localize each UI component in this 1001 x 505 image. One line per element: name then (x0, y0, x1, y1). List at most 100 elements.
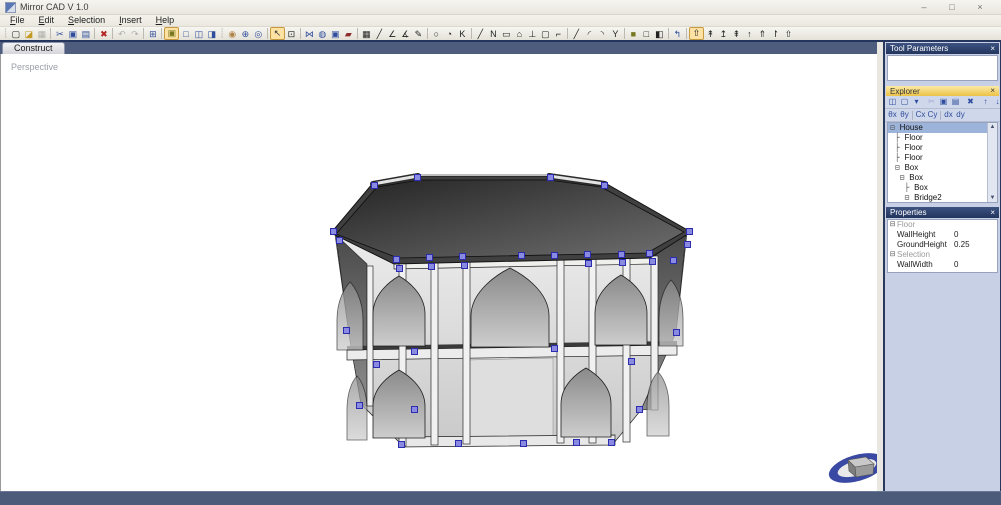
scroll-up-icon[interactable]: ▲ (990, 123, 996, 131)
vertex-handle[interactable] (673, 329, 680, 336)
angle-icon[interactable]: ∠ (386, 28, 399, 40)
vertex-handle[interactable] (518, 252, 525, 259)
view-top-box-icon[interactable]: ◨ (205, 28, 218, 40)
mirror-icon[interactable]: ⋈ (303, 28, 316, 40)
orient-x-icon[interactable]: Cx (915, 110, 926, 120)
marquee-rect-icon[interactable]: ▭ (500, 28, 513, 40)
close-tool-parameters-icon[interactable]: × (990, 45, 995, 53)
polyline-icon[interactable]: N (487, 28, 500, 40)
tree-item-box-3[interactable]: ├ Box (888, 183, 997, 193)
tree-item-box-2[interactable]: ⊟ Box (888, 173, 997, 183)
column-icon[interactable]: ⌂ (513, 28, 526, 40)
explorer-move-down-icon[interactable]: ↓ (992, 97, 1001, 107)
zoom-icon[interactable]: ◎ (252, 28, 265, 40)
vertex-handle[interactable] (356, 402, 363, 409)
pan-icon[interactable]: ◉ (226, 28, 239, 40)
vertex-handle[interactable] (551, 252, 558, 259)
properties-group-selection[interactable]: ⊟ Selection (888, 250, 997, 260)
tab-construct[interactable]: Construct (2, 42, 65, 54)
move-up-4-icon[interactable]: ⇞ (730, 28, 743, 40)
tree-expand-icon[interactable]: ⊟ (890, 163, 904, 173)
protractor-icon[interactable]: ∡ (399, 28, 412, 40)
vertex-handle[interactable] (455, 440, 462, 447)
tree-expand-icon[interactable]: ├ (890, 143, 904, 153)
property-value[interactable]: 0 (954, 260, 958, 270)
property-wallwidth[interactable]: WallWidth 0 (888, 260, 997, 270)
swatch-frame-icon[interactable]: ◧ (653, 28, 666, 40)
view-front-box-icon[interactable]: ◫ (192, 28, 205, 40)
menu-file[interactable]: File (3, 15, 32, 26)
view-solid-box-icon[interactable]: ▣ (164, 27, 179, 40)
menu-edit[interactable]: Edit (32, 15, 62, 26)
vertex-handle[interactable] (426, 254, 433, 261)
move-up-7-icon[interactable]: ↾ (769, 28, 782, 40)
vertex-handle[interactable] (686, 228, 693, 235)
menu-insert[interactable]: Insert (112, 15, 149, 26)
move-up-2-icon[interactable]: ↟ (704, 28, 717, 40)
grid-table-icon[interactable]: ⊞ (146, 28, 159, 40)
tree-expand-icon[interactable]: ⊟ (890, 173, 909, 183)
open-file-icon[interactable]: ◪ (22, 28, 35, 40)
tree-item-box-1[interactable]: ⊟ Box (888, 163, 997, 173)
vertex-handle[interactable] (330, 228, 337, 235)
properties-group-floor[interactable]: ⊟ Floor (888, 220, 997, 230)
block-icon[interactable]: ▢ (539, 28, 552, 40)
zoom-window-icon[interactable]: ⊕ (239, 28, 252, 40)
explorer-delete-icon[interactable]: ✖ (965, 97, 976, 107)
move-up-3-icon[interactable]: ↥ (717, 28, 730, 40)
segment-icon[interactable]: ╱ (474, 28, 487, 40)
orientation-widget[interactable] (825, 442, 877, 491)
align-y-icon[interactable]: dy (955, 110, 966, 120)
new-file-icon[interactable]: ▢ (9, 28, 22, 40)
tree-expand-icon[interactable]: ├ (890, 153, 904, 163)
vertex-handle[interactable] (336, 237, 343, 244)
tree-expand-icon[interactable]: ├ (890, 133, 904, 143)
move-up-8-icon[interactable]: ⇧ (782, 28, 795, 40)
vertex-handle[interactable] (573, 439, 580, 446)
scroll-down-icon[interactable]: ▼ (990, 194, 996, 202)
dock-splitter[interactable] (877, 42, 885, 491)
vertex-handle[interactable] (343, 327, 350, 334)
property-groundheight[interactable]: GroundHeight 0.25 (888, 240, 997, 250)
minimize-icon[interactable]: – (918, 1, 930, 13)
explorer-new-icon[interactable]: ▢ (899, 97, 910, 107)
circle-icon[interactable]: ○ (430, 28, 443, 40)
vertex-handle[interactable] (411, 348, 418, 355)
vertex-handle[interactable] (520, 440, 527, 447)
tree-expand-icon[interactable]: ├ (890, 183, 914, 193)
vertex-handle[interactable] (649, 258, 656, 265)
cut-icon[interactable]: ✂ (53, 28, 66, 40)
menu-selection[interactable]: Selection (61, 15, 112, 26)
vertex-handle[interactable] (371, 182, 378, 189)
orient-y-icon[interactable]: Cy (927, 110, 938, 120)
maximize-icon[interactable]: □ (946, 1, 958, 13)
move-up-1-icon[interactable]: ⇧ (689, 27, 704, 40)
vertex-handle[interactable] (461, 262, 468, 269)
flip-icon[interactable]: ↰ (671, 28, 684, 40)
property-wallheight[interactable]: WallHeight 0 (888, 230, 997, 240)
align-x-icon[interactable]: dx (943, 110, 954, 120)
move-up-5-icon[interactable]: ↑ (743, 28, 756, 40)
explorer-move-up-icon[interactable]: ↑ (980, 97, 991, 107)
explorer-paste-icon[interactable]: ▤ (950, 97, 961, 107)
arc-icon[interactable]: ◜ (583, 28, 596, 40)
vertex-handle[interactable] (619, 259, 626, 266)
vertex-handle[interactable] (670, 257, 677, 264)
copy-icon[interactable]: ▣ (66, 28, 79, 40)
explorer-clone-icon[interactable]: ◫ (887, 97, 898, 107)
vertex-handle[interactable] (459, 253, 466, 260)
paste-icon[interactable]: ▤ (79, 28, 92, 40)
tree-expand-icon[interactable]: ⊟ (890, 193, 914, 203)
vertex-handle[interactable] (393, 256, 400, 263)
eraser-icon[interactable]: ▰ (342, 28, 355, 40)
vertex-handle[interactable] (551, 345, 558, 352)
tree-item-floor-2[interactable]: ├ Floor (888, 143, 997, 153)
vertex-handle[interactable] (618, 251, 625, 258)
move-up-6-icon[interactable]: ⇑ (756, 28, 769, 40)
vertex-handle[interactable] (628, 358, 635, 365)
tree-item-house[interactable]: ⊟ House (888, 123, 997, 133)
arc2-icon[interactable]: ◝ (596, 28, 609, 40)
explorer-tree-scrollbar[interactable]: ▲ ▼ (987, 123, 997, 202)
explorer-new-dropdown-icon[interactable]: ▾ (911, 97, 922, 107)
corner-icon[interactable]: ⌐ (552, 28, 565, 40)
